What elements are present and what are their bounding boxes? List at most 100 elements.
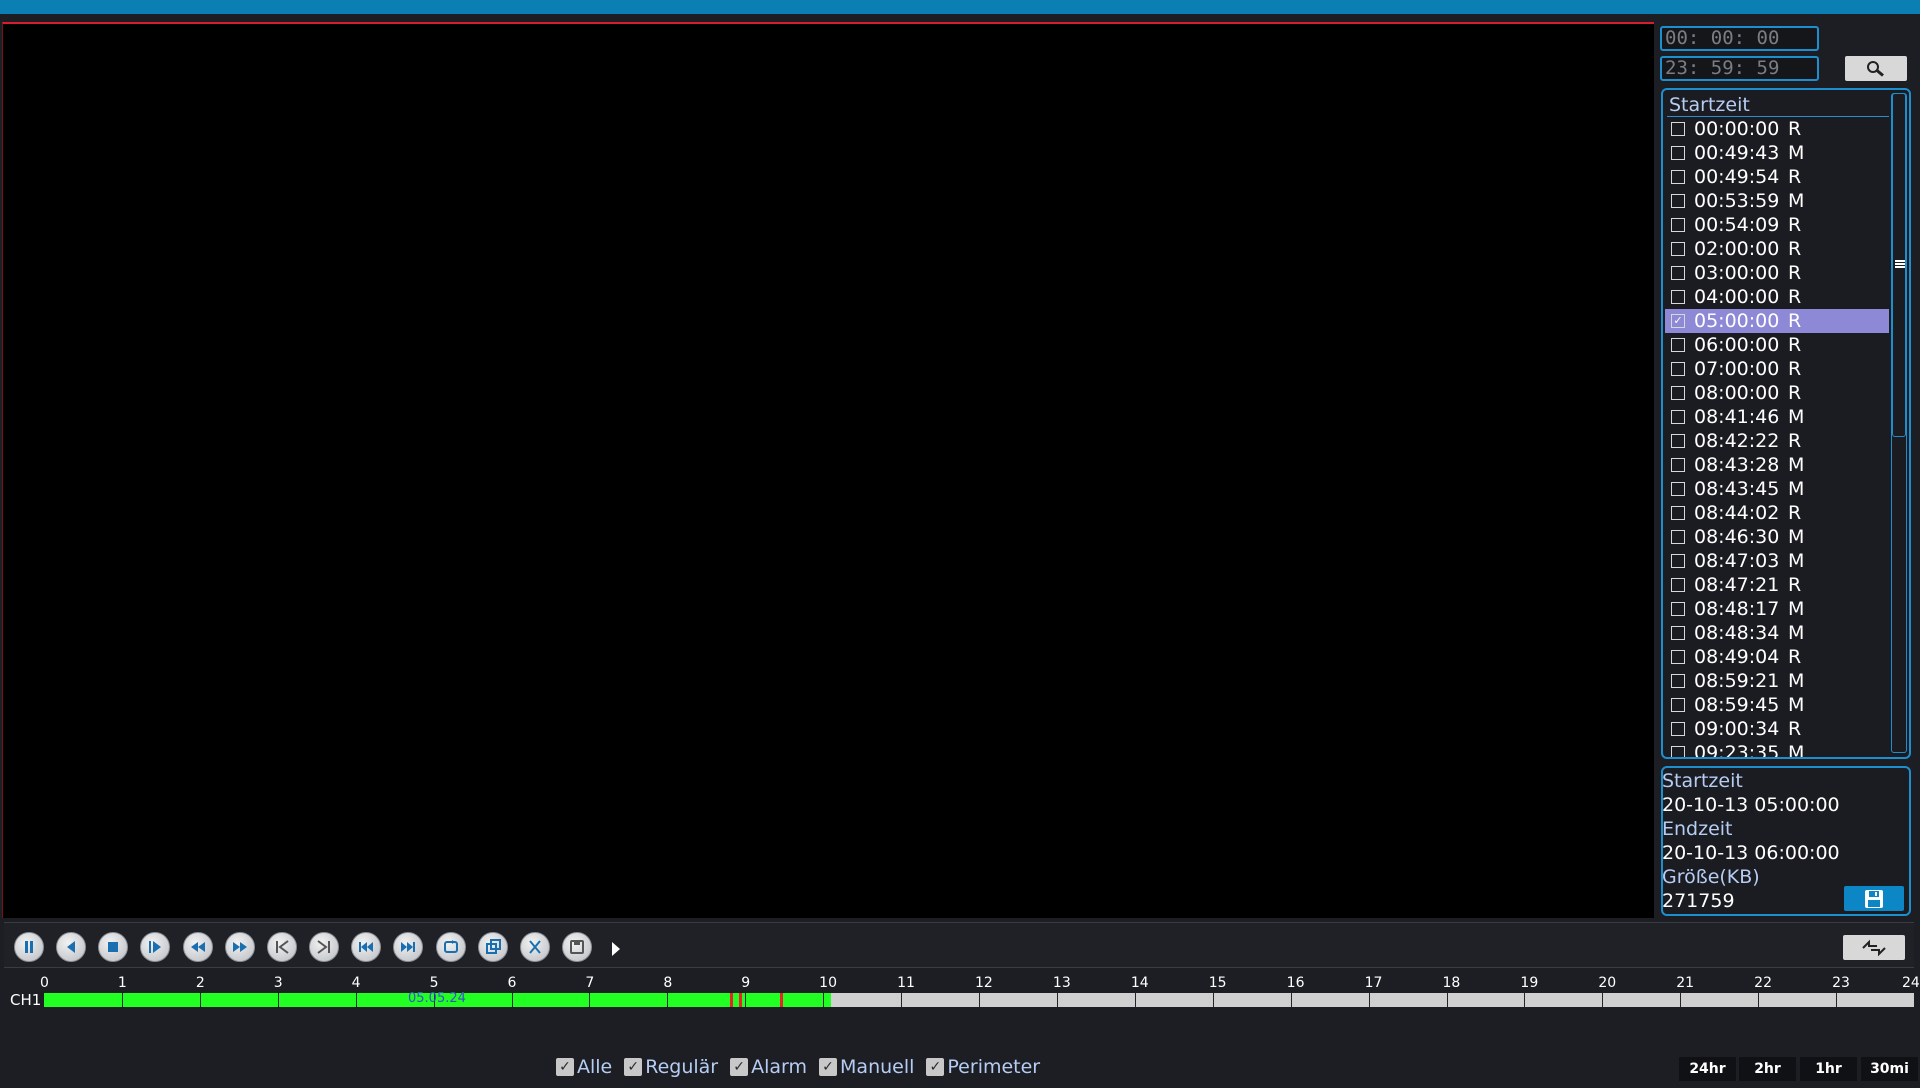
record-row[interactable]: 06:00:00 R xyxy=(1665,333,1889,357)
record-row[interactable]: 08:48:34 M xyxy=(1665,621,1889,645)
expand-arrow-icon[interactable] xyxy=(612,942,620,956)
record-checkbox[interactable] xyxy=(1671,122,1685,136)
play-reverse-button[interactable] xyxy=(56,932,86,962)
save-clip-button[interactable] xyxy=(562,932,592,962)
filter-checkbox[interactable]: ✓ xyxy=(926,1058,945,1076)
record-checkbox[interactable] xyxy=(1671,698,1685,712)
record-checkbox[interactable] xyxy=(1671,578,1685,592)
record-checkbox[interactable] xyxy=(1671,650,1685,664)
record-checkbox[interactable] xyxy=(1671,386,1685,400)
filter-checkbox[interactable]: ✓ xyxy=(556,1058,574,1076)
record-checkbox[interactable] xyxy=(1671,290,1685,304)
record-checkbox[interactable] xyxy=(1671,722,1685,736)
record-row[interactable]: 00:54:09 R xyxy=(1665,213,1889,237)
record-row[interactable]: 04:00:00 R xyxy=(1665,285,1889,309)
play-button[interactable] xyxy=(140,932,170,962)
zoom-button-1hr[interactable]: 1hr xyxy=(1800,1057,1857,1081)
record-checkbox[interactable] xyxy=(1671,746,1685,757)
record-checkbox[interactable] xyxy=(1671,674,1685,688)
record-row[interactable]: 08:48:17 M xyxy=(1665,597,1889,621)
record-row[interactable]: 08:43:45 M xyxy=(1665,477,1889,501)
record-row[interactable]: 00:00:00 R xyxy=(1665,117,1889,141)
record-checkbox[interactable] xyxy=(1671,266,1685,280)
record-row[interactable]: 00:53:59 M xyxy=(1665,189,1889,213)
record-checkbox[interactable] xyxy=(1671,194,1685,208)
record-checkbox[interactable] xyxy=(1671,170,1685,184)
fast-forward-button[interactable] xyxy=(225,932,255,962)
record-row[interactable]: 07:00:00 R xyxy=(1665,357,1889,381)
filter-regulr[interactable]: ✓ Regulär xyxy=(624,1056,718,1078)
record-row[interactable]: 09:00:34 R xyxy=(1665,717,1889,741)
end-time-value: 20-10-13 06:00:00 xyxy=(1662,842,1840,864)
clip-button[interactable] xyxy=(478,932,508,962)
record-checkbox[interactable] xyxy=(1671,626,1685,640)
record-checkbox[interactable] xyxy=(1671,458,1685,472)
record-row[interactable]: 08:49:04 R xyxy=(1665,645,1889,669)
filter-perimeter[interactable]: ✓ Perimeter xyxy=(926,1056,1040,1078)
rewind-button[interactable] xyxy=(183,932,213,962)
end-time-input[interactable]: 23: 59: 59 xyxy=(1660,56,1819,81)
pause-button[interactable] xyxy=(14,932,44,962)
record-checkbox[interactable] xyxy=(1671,410,1685,424)
record-row[interactable]: 00:49:43 M xyxy=(1665,141,1889,165)
filter-checkbox[interactable]: ✓ xyxy=(819,1058,838,1076)
zoom-button-2hr[interactable]: 2hr xyxy=(1739,1057,1796,1081)
record-row[interactable]: 08:59:45 M xyxy=(1665,693,1889,717)
record-checkbox[interactable]: ✓ xyxy=(1671,314,1685,328)
record-checkbox[interactable] xyxy=(1671,218,1685,232)
record-time: 03:00:00 xyxy=(1694,262,1780,284)
record-row[interactable]: ✓ 05:00:00 R xyxy=(1665,309,1889,333)
record-checkbox[interactable] xyxy=(1671,362,1685,376)
record-checkbox[interactable] xyxy=(1671,554,1685,568)
previous-file-button[interactable] xyxy=(351,932,381,962)
hour-divider xyxy=(745,993,747,1007)
scissors-button[interactable] xyxy=(520,932,550,962)
record-row[interactable]: 08:47:03 M xyxy=(1665,549,1889,573)
backup-button[interactable] xyxy=(1844,886,1904,911)
record-checkbox[interactable] xyxy=(1671,338,1685,352)
record-checkbox[interactable] xyxy=(1671,602,1685,616)
next-file-button[interactable] xyxy=(393,932,423,962)
record-row[interactable]: 08:47:21 R xyxy=(1665,573,1889,597)
record-type: R xyxy=(1788,238,1802,260)
filter-label: Manuell xyxy=(840,1056,915,1078)
record-row[interactable]: 08:00:00 R xyxy=(1665,381,1889,405)
record-checkbox[interactable] xyxy=(1671,434,1685,448)
record-row[interactable]: 08:41:46 M xyxy=(1665,405,1889,429)
record-row[interactable]: 08:42:22 R xyxy=(1665,429,1889,453)
record-row[interactable]: 00:49:54 R xyxy=(1665,165,1889,189)
record-time: 08:47:03 xyxy=(1694,550,1780,572)
filter-alarm[interactable]: ✓ Alarm xyxy=(730,1056,807,1078)
record-row[interactable]: 03:00:00 R xyxy=(1665,261,1889,285)
search-button[interactable] xyxy=(1845,56,1907,81)
zoom-button-24hr[interactable]: 24hr xyxy=(1679,1057,1736,1081)
record-row[interactable]: 08:59:21 M xyxy=(1665,669,1889,693)
filter-manuell[interactable]: ✓ Manuell xyxy=(819,1056,914,1078)
record-row[interactable]: 09:23:35 M xyxy=(1665,741,1889,757)
stop-button[interactable] xyxy=(98,932,128,962)
playback-screen: 00: 00: 00 23: 59: 59 Startzeit 00:00:00… xyxy=(0,0,1920,1088)
record-checkbox[interactable] xyxy=(1671,242,1685,256)
filter-checkbox[interactable]: ✓ xyxy=(730,1058,749,1076)
filter-checkbox[interactable]: ✓ xyxy=(624,1058,643,1076)
record-time: 08:46:30 xyxy=(1694,526,1780,548)
previous-frame-button[interactable] xyxy=(267,932,297,962)
record-row[interactable]: 08:44:02 R xyxy=(1665,501,1889,525)
record-checkbox[interactable] xyxy=(1671,146,1685,160)
record-checkbox[interactable] xyxy=(1671,482,1685,496)
zoom-button-30mi[interactable]: 30mi xyxy=(1861,1057,1918,1081)
timeline-bar[interactable] xyxy=(44,993,1914,1007)
sync-button[interactable] xyxy=(1843,935,1905,960)
record-row[interactable]: 02:00:00 R xyxy=(1665,237,1889,261)
filter-label: Perimeter xyxy=(947,1056,1041,1078)
next-frame-button[interactable] xyxy=(309,932,339,962)
record-row[interactable]: 08:46:30 M xyxy=(1665,525,1889,549)
record-checkbox[interactable] xyxy=(1671,530,1685,544)
loop-button[interactable] xyxy=(436,932,466,962)
record-row[interactable]: 08:43:28 M xyxy=(1665,453,1889,477)
start-time-input[interactable]: 00: 00: 00 xyxy=(1660,26,1819,51)
record-checkbox[interactable] xyxy=(1671,506,1685,520)
filter-alle[interactable]: ✓ Alle xyxy=(556,1056,612,1078)
channel-label: CH1 xyxy=(10,991,42,1009)
video-player-area[interactable] xyxy=(2,22,1654,918)
